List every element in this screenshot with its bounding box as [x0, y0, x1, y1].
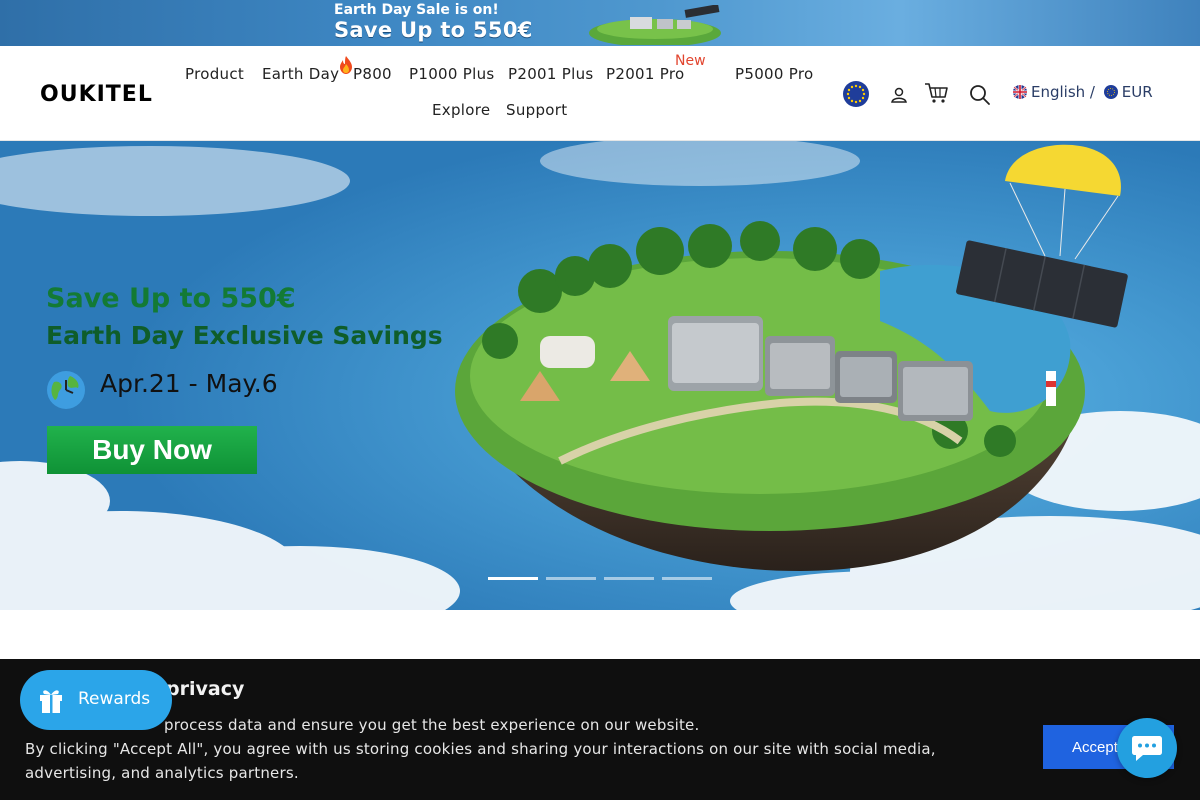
nav-earth-day[interactable]: Earth Day — [262, 65, 339, 83]
cart-icon[interactable] — [924, 82, 949, 104]
cookie-consent-bar: privacy process data and ensure you get … — [0, 659, 1200, 800]
nav-product[interactable]: Product — [185, 65, 244, 83]
cookie-text-line-1: process data and ensure you get the best… — [164, 716, 700, 734]
cookie-text-line-2: By clicking "Accept All", you agree with… — [25, 740, 936, 782]
language-label: English / — [1031, 83, 1095, 101]
rewards-label: Rewards — [78, 689, 151, 709]
rewards-launcher[interactable]: Rewards — [20, 670, 172, 730]
oukitel-logo[interactable]: OUKITEL — [40, 82, 153, 107]
nav-explore[interactable]: Explore — [432, 101, 490, 119]
new-badge: New — [675, 53, 706, 69]
nav-p5000-pro[interactable]: P5000 Pro — [735, 65, 813, 83]
nav-p2001-pro[interactable]: P2001 Pro — [606, 65, 684, 83]
eu-flag-icon[interactable] — [843, 81, 869, 107]
buy-now-button[interactable]: Buy Now — [47, 426, 257, 474]
uk-flag-icon — [1013, 85, 1027, 99]
slide-dot-3[interactable] — [604, 577, 654, 580]
promo-island-image — [589, 5, 721, 45]
hero-subheadline: Earth Day Exclusive Savings — [46, 321, 443, 350]
hero-headline: Save Up to 550€ — [46, 283, 296, 314]
hero-dates: Apr.21 - May.6 — [100, 369, 278, 398]
cookie-text: process data and ensure you get the best… — [25, 713, 1015, 785]
globe-clock-icon — [47, 371, 85, 409]
fire-icon — [340, 56, 352, 74]
promo-line-2: Save Up to 550€ — [334, 18, 533, 42]
hero-slider[interactable]: Save Up to 550€ Earth Day Exclusive Savi… — [0, 141, 1200, 610]
promo-line-1: Earth Day Sale is on! — [334, 2, 499, 18]
nav-p800[interactable]: P800 — [353, 65, 392, 83]
slide-dot-2[interactable] — [546, 577, 596, 580]
site-header: OUKITEL Product Earth Day P800 P1000 Plu… — [0, 46, 1200, 141]
nav-support[interactable]: Support — [506, 101, 567, 119]
search-icon[interactable] — [969, 84, 991, 106]
nav-p2001-plus[interactable]: P2001 Plus — [508, 65, 594, 83]
language-currency-selector[interactable]: English / EUR — [1013, 83, 1153, 101]
account-icon[interactable] — [890, 86, 908, 104]
gift-icon — [40, 690, 62, 713]
chat-bubble-icon — [1132, 736, 1162, 761]
currency-label: EUR — [1121, 83, 1153, 101]
promo-banner[interactable]: Earth Day Sale is on! Save Up to 550€ — [0, 0, 1200, 46]
chat-launcher[interactable] — [1117, 718, 1177, 778]
cookie-title: privacy — [166, 678, 245, 700]
eu-currency-flag-icon — [1103, 85, 1118, 99]
nav-p1000-plus[interactable]: P1000 Plus — [409, 65, 495, 83]
slide-dot-4[interactable] — [662, 577, 712, 580]
slide-dot-1[interactable] — [488, 577, 538, 580]
